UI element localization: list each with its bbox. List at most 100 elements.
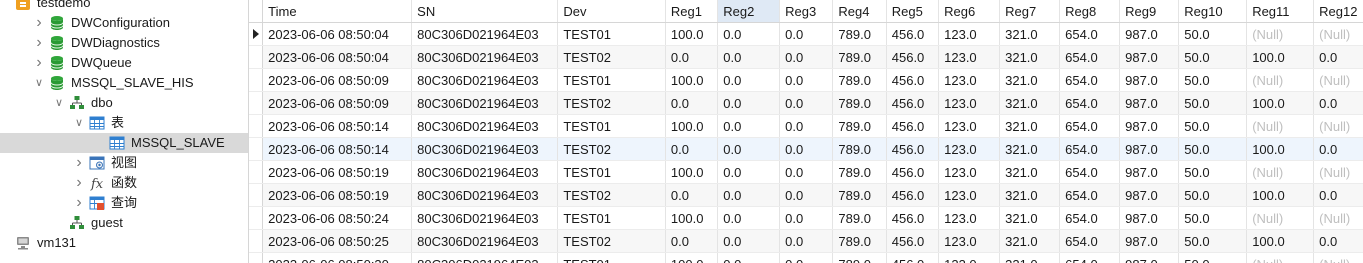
cell-reg12[interactable]: (Null) bbox=[1313, 114, 1363, 138]
cell-time[interactable]: 2023-06-06 08:50:19 bbox=[262, 183, 413, 207]
cell-reg9[interactable]: 987.0 bbox=[1119, 206, 1180, 230]
cell-reg11[interactable]: 100.0 bbox=[1246, 229, 1315, 253]
cell-reg8[interactable]: 654.0 bbox=[1059, 206, 1121, 230]
cell-dev[interactable]: TEST01 bbox=[557, 68, 666, 92]
cell-reg2[interactable]: 0.0 bbox=[717, 252, 781, 263]
cell-reg6[interactable]: 123.0 bbox=[938, 114, 1001, 138]
cell-reg9[interactable]: 987.0 bbox=[1119, 252, 1180, 263]
tree-item-guest[interactable]: guest bbox=[0, 213, 248, 233]
cell-reg6[interactable]: 123.0 bbox=[938, 68, 1001, 92]
cell-reg11[interactable]: 100.0 bbox=[1246, 91, 1315, 115]
chevron-right-icon[interactable]: › bbox=[73, 173, 85, 193]
cell-reg2[interactable]: 0.0 bbox=[717, 229, 781, 253]
cell-reg11[interactable]: (Null) bbox=[1246, 252, 1315, 263]
table-row[interactable]: 2023-06-06 08:50:19 80C306D021964E03 TEST0… bbox=[249, 160, 1363, 184]
cell-reg10[interactable]: 50.0 bbox=[1178, 91, 1248, 115]
cell-reg9[interactable]: 987.0 bbox=[1119, 160, 1180, 184]
cell-reg7[interactable]: 321.0 bbox=[999, 114, 1061, 138]
cell-reg11[interactable]: 100.0 bbox=[1246, 183, 1315, 207]
table-row[interactable]: 2023-06-06 08:50:09 80C306D021964E03 TEST0… bbox=[249, 91, 1363, 115]
table-row[interactable]: 2023-06-06 08:50:24 80C306D021964E03 TEST0… bbox=[249, 206, 1363, 230]
cell-reg4[interactable]: 789.0 bbox=[832, 45, 887, 69]
cell-reg8[interactable]: 654.0 bbox=[1059, 229, 1121, 253]
cell-dev[interactable]: TEST01 bbox=[557, 252, 666, 263]
cell-reg7[interactable]: 321.0 bbox=[999, 68, 1061, 92]
cell-reg4[interactable]: 789.0 bbox=[832, 22, 887, 46]
cell-time[interactable]: 2023-06-06 08:50:09 bbox=[262, 91, 413, 115]
cell-reg6[interactable]: 123.0 bbox=[938, 137, 1001, 161]
row-marker[interactable] bbox=[249, 45, 264, 69]
cell-reg3[interactable]: 0.0 bbox=[779, 252, 834, 263]
column-header-reg6[interactable]: Reg6 bbox=[938, 0, 1001, 23]
row-marker[interactable] bbox=[249, 114, 264, 138]
cell-reg5[interactable]: 456.0 bbox=[886, 91, 940, 115]
cell-dev[interactable]: TEST02 bbox=[557, 183, 666, 207]
cell-reg7[interactable]: 321.0 bbox=[999, 22, 1061, 46]
cell-reg12[interactable]: (Null) bbox=[1313, 22, 1363, 46]
row-marker[interactable] bbox=[249, 91, 264, 115]
column-header-reg4[interactable]: Reg4 bbox=[832, 0, 887, 23]
row-marker[interactable] bbox=[249, 252, 264, 263]
current-row-indicator[interactable] bbox=[249, 22, 264, 46]
cell-reg7[interactable]: 321.0 bbox=[999, 229, 1061, 253]
cell-reg3[interactable]: 0.0 bbox=[779, 22, 834, 46]
table-row[interactable]: 2023-06-06 08:50:04 80C306D021964E03 TEST0… bbox=[249, 22, 1363, 46]
cell-sn[interactable]: 80C306D021964E03 bbox=[411, 137, 559, 161]
cell-reg2[interactable]: 0.0 bbox=[717, 206, 781, 230]
cell-reg9[interactable]: 987.0 bbox=[1119, 91, 1180, 115]
table-row[interactable]: 2023-06-06 08:50:25 80C306D021964E03 TEST0… bbox=[249, 229, 1363, 253]
cell-reg10[interactable]: 50.0 bbox=[1178, 252, 1248, 263]
cell-reg9[interactable]: 987.0 bbox=[1119, 114, 1180, 138]
cell-reg11[interactable]: 100.0 bbox=[1246, 45, 1315, 69]
cell-time[interactable]: 2023-06-06 08:50:14 bbox=[262, 137, 413, 161]
chevron-right-icon[interactable]: › bbox=[73, 153, 85, 173]
cell-sn[interactable]: 80C306D021964E03 bbox=[411, 68, 559, 92]
cell-reg7[interactable]: 321.0 bbox=[999, 160, 1061, 184]
cell-time[interactable]: 2023-06-06 08:50:24 bbox=[262, 206, 413, 230]
cell-reg8[interactable]: 654.0 bbox=[1059, 252, 1121, 263]
cell-reg7[interactable]: 321.0 bbox=[999, 183, 1061, 207]
cell-reg8[interactable]: 654.0 bbox=[1059, 137, 1121, 161]
cell-sn[interactable]: 80C306D021964E03 bbox=[411, 45, 559, 69]
cell-reg3[interactable]: 0.0 bbox=[779, 160, 834, 184]
cell-reg4[interactable]: 789.0 bbox=[832, 68, 887, 92]
cell-reg7[interactable]: 321.0 bbox=[999, 137, 1061, 161]
cell-reg4[interactable]: 789.0 bbox=[832, 114, 887, 138]
cell-reg6[interactable]: 123.0 bbox=[938, 160, 1001, 184]
cell-reg11[interactable]: (Null) bbox=[1246, 114, 1315, 138]
cell-reg1[interactable]: 100.0 bbox=[665, 114, 719, 138]
cell-reg10[interactable]: 50.0 bbox=[1178, 206, 1248, 230]
cell-reg10[interactable]: 50.0 bbox=[1178, 160, 1248, 184]
cell-reg12[interactable]: (Null) bbox=[1313, 68, 1363, 92]
cell-reg2[interactable]: 0.0 bbox=[717, 22, 781, 46]
cell-reg9[interactable]: 987.0 bbox=[1119, 229, 1180, 253]
row-marker[interactable] bbox=[249, 229, 264, 253]
cell-dev[interactable]: TEST01 bbox=[557, 160, 666, 184]
cell-dev[interactable]: TEST01 bbox=[557, 206, 666, 230]
cell-reg1[interactable]: 100.0 bbox=[665, 68, 719, 92]
cell-reg5[interactable]: 456.0 bbox=[886, 114, 940, 138]
cell-time[interactable]: 2023-06-06 08:50:04 bbox=[262, 45, 413, 69]
table-row[interactable]: 2023-06-06 08:50:09 80C306D021964E03 TEST0… bbox=[249, 68, 1363, 92]
cell-reg5[interactable]: 456.0 bbox=[886, 68, 940, 92]
cell-reg11[interactable]: (Null) bbox=[1246, 206, 1315, 230]
column-header-reg5[interactable]: Reg5 bbox=[886, 0, 940, 23]
table-row[interactable]: 2023-06-06 08:50:3080C306D021964E03TEST0… bbox=[249, 252, 1363, 263]
cell-dev[interactable]: TEST02 bbox=[557, 91, 666, 115]
cell-sn[interactable]: 80C306D021964E03 bbox=[411, 252, 559, 263]
cell-reg2[interactable]: 0.0 bbox=[717, 183, 781, 207]
cell-dev[interactable]: TEST01 bbox=[557, 22, 666, 46]
tree-item-views[interactable]: › 视图 bbox=[0, 153, 248, 173]
cell-reg5[interactable]: 456.0 bbox=[886, 137, 940, 161]
tree-item-dwqueue[interactable]: › DWQueue bbox=[0, 53, 248, 73]
cell-reg1[interactable]: 0.0 bbox=[665, 229, 719, 253]
cell-reg6[interactable]: 123.0 bbox=[938, 91, 1001, 115]
column-header-reg1[interactable]: Reg1 bbox=[665, 0, 719, 23]
column-header-reg2[interactable]: Reg2 bbox=[717, 0, 781, 23]
cell-reg4[interactable]: 789.0 bbox=[832, 183, 887, 207]
cell-reg5[interactable]: 456.0 bbox=[886, 252, 940, 263]
chevron-right-icon[interactable]: › bbox=[33, 33, 45, 53]
cell-reg12[interactable]: (Null) bbox=[1313, 160, 1363, 184]
chevron-right-icon[interactable]: › bbox=[33, 53, 45, 73]
cell-reg12[interactable]: 0.0 bbox=[1313, 91, 1363, 115]
